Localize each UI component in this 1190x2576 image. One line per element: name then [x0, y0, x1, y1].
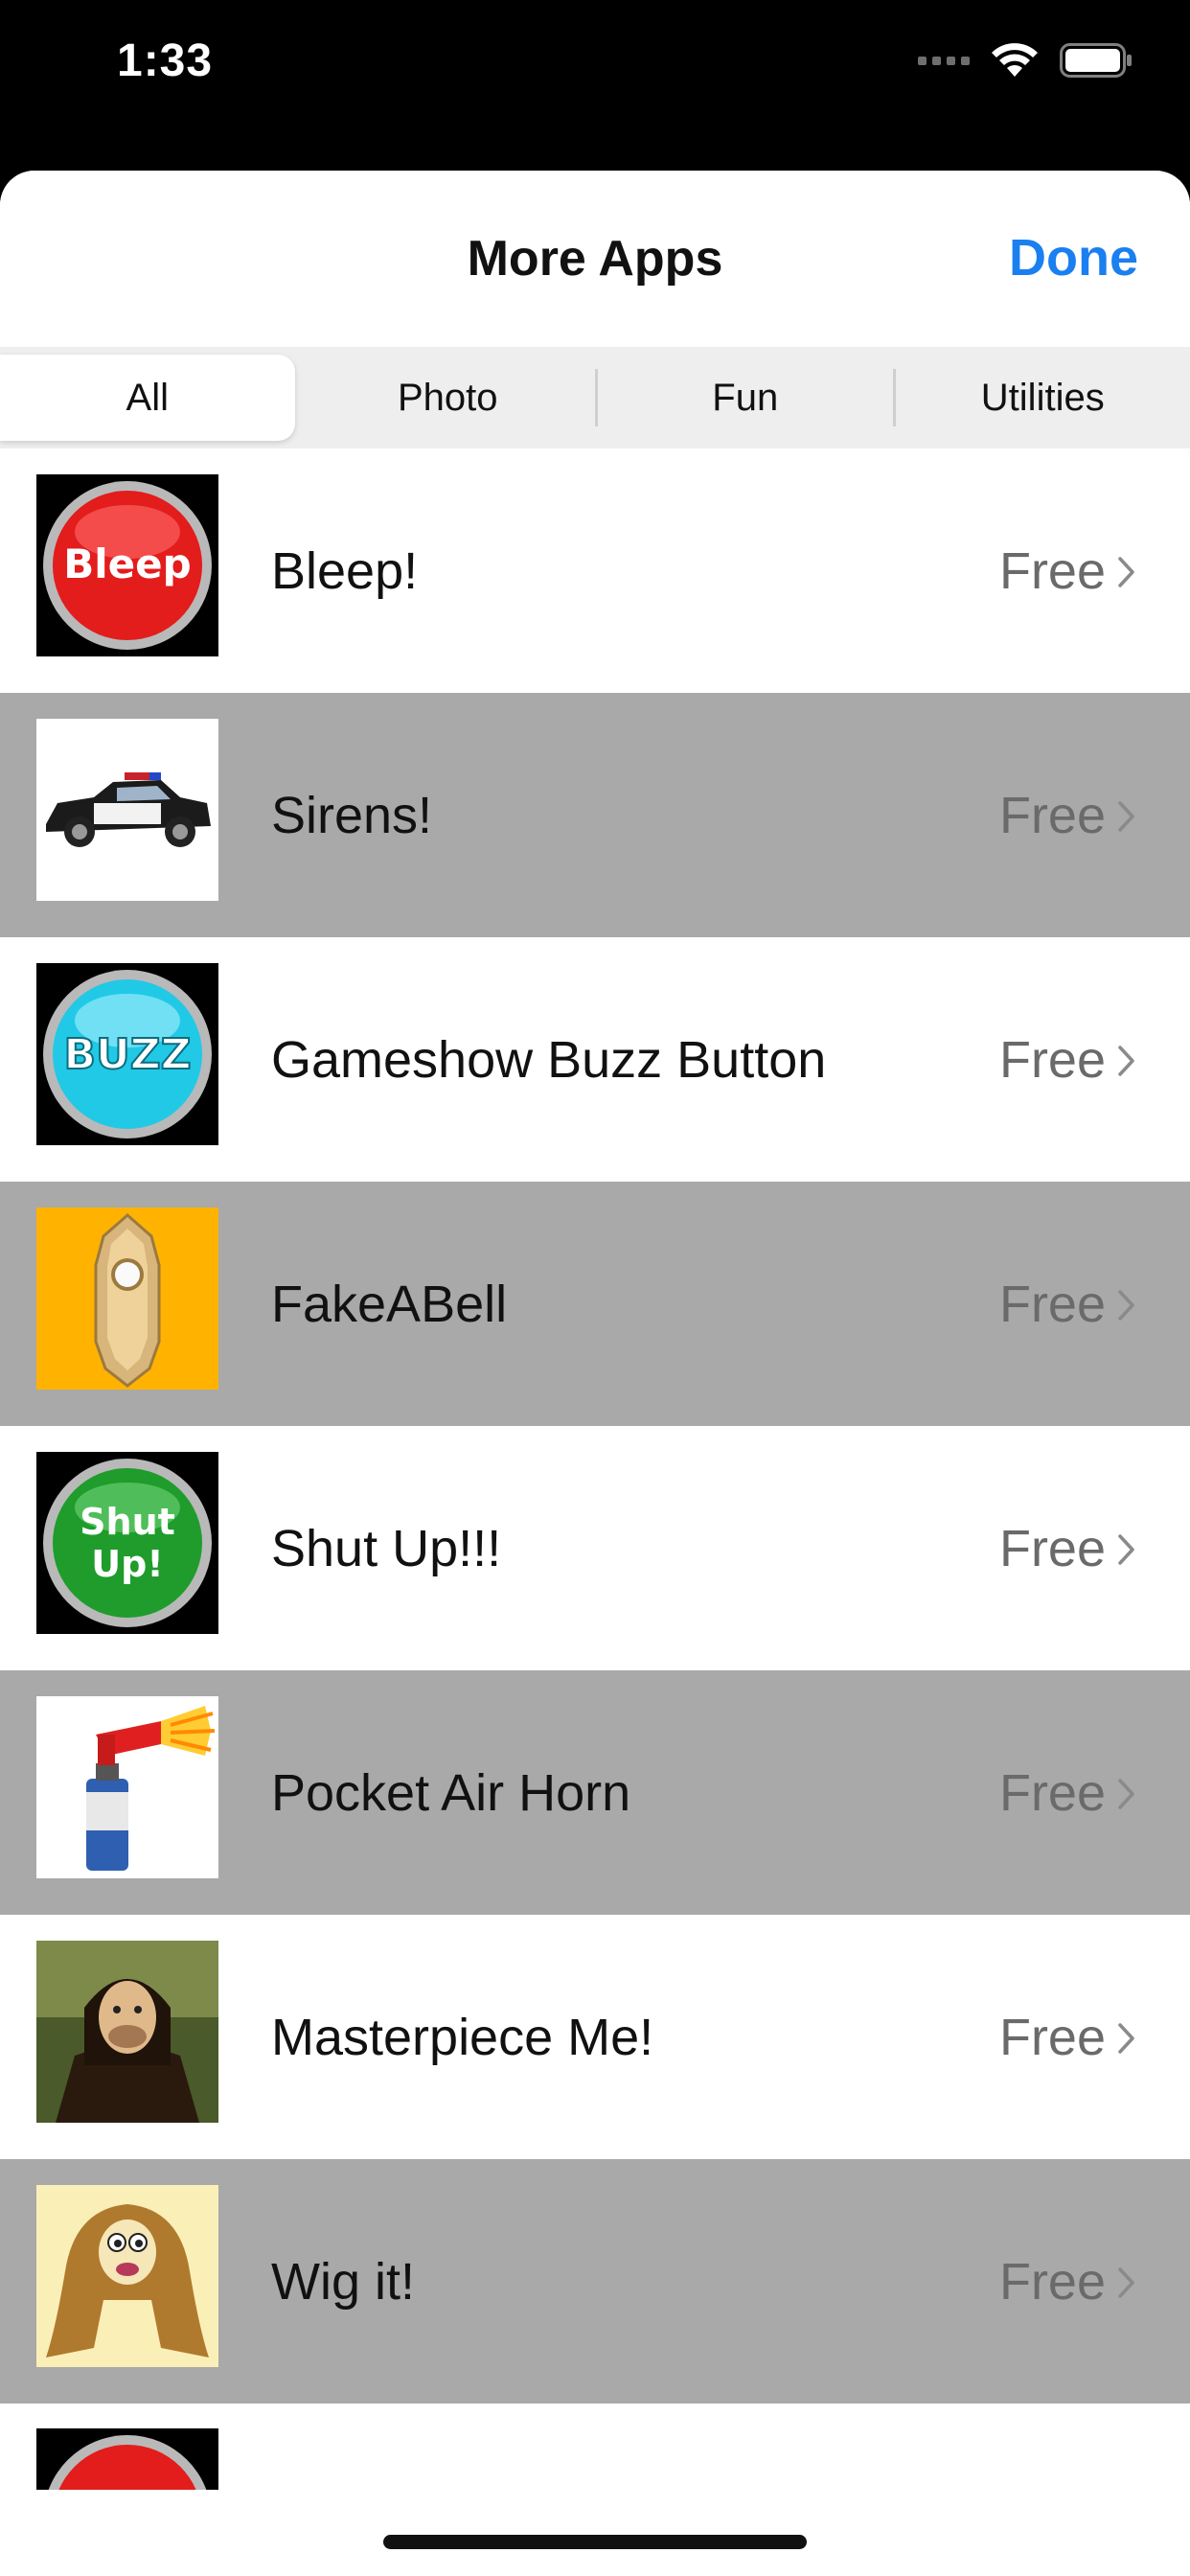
chevron-right-icon — [1118, 2023, 1134, 2054]
tab-label: Fun — [712, 376, 779, 419]
wifi-icon — [991, 42, 1039, 79]
app-price: Free — [998, 1763, 1106, 1822]
app-name: Masterpiece Me! — [271, 2008, 654, 2066]
svg-text:Up!: Up! — [91, 1543, 163, 1585]
chevron-right-icon — [1118, 1534, 1134, 1565]
list-item[interactable]: Masterpiece Me! Free — [0, 1915, 1190, 2159]
list-item[interactable]: BUZZ Gameshow Buzz Button Free — [0, 937, 1190, 1182]
tab-all[interactable]: All — [0, 355, 295, 441]
done-button[interactable]: Done — [1009, 228, 1138, 288]
tab-utilities[interactable]: Utilities — [896, 347, 1190, 448]
mona-lisa-icon — [36, 1941, 218, 2123]
app-price: Free — [998, 786, 1106, 844]
app-name: Shut Up!!! — [271, 1519, 502, 1577]
list-item[interactable]: Shut Up! Shut Up!!! Free — [0, 1426, 1190, 1670]
bleep-button-icon — [36, 2428, 218, 2490]
doorbell-icon — [36, 1208, 218, 1390]
battery-icon — [1060, 43, 1133, 78]
tab-photo[interactable]: Photo — [301, 347, 596, 448]
list-item[interactable]: Pocket Air Horn Free — [0, 1670, 1190, 1915]
tab-fun[interactable]: Fun — [598, 347, 893, 448]
app-name: Pocket Air Horn — [271, 1763, 631, 1822]
list-item[interactable]: Wig it! Free — [0, 2159, 1190, 2404]
app-name: Sirens! — [271, 786, 433, 844]
chevron-right-icon — [1118, 557, 1134, 587]
app-price: Free — [998, 2008, 1106, 2066]
svg-text:Shut: Shut — [80, 1501, 175, 1543]
list-item[interactable]: FakeABell Free — [0, 1182, 1190, 1426]
status-bar: 1:33 — [0, 0, 1190, 144]
police-car-icon — [36, 719, 218, 901]
tab-label: Photo — [397, 376, 498, 419]
app-price: Free — [998, 1519, 1106, 1577]
buzz-button-icon: BUZZ — [36, 963, 218, 1145]
app-price: Free — [998, 541, 1106, 600]
list-item[interactable] — [0, 2404, 1190, 2518]
tab-label: Utilities — [980, 376, 1105, 419]
chevron-right-icon — [1118, 801, 1134, 832]
app-name: Gameshow Buzz Button — [271, 1030, 827, 1089]
tab-label: All — [126, 376, 169, 419]
app-price: Free — [998, 1275, 1106, 1333]
app-price: Free — [998, 2252, 1106, 2311]
chevron-right-icon — [1118, 1290, 1134, 1321]
app-name: Wig it! — [271, 2252, 416, 2311]
category-segmented-control: All Photo Fun Utilities — [0, 347, 1190, 448]
home-indicator[interactable] — [383, 2535, 807, 2549]
status-icons — [918, 42, 1133, 79]
chevron-right-icon — [1118, 1046, 1134, 1076]
cellular-signal-icon — [918, 56, 970, 65]
chevron-right-icon — [1118, 1779, 1134, 1809]
app-list: Bleep Bleep! Free Sirens! Free BUZZ Game… — [0, 448, 1190, 2518]
chevron-right-icon — [1118, 2267, 1134, 2298]
app-name: FakeABell — [271, 1275, 508, 1333]
more-apps-sheet: More Apps Done All Photo Fun Utilities B… — [0, 171, 1190, 2576]
status-time: 1:33 — [117, 35, 214, 86]
svg-text:Bleep: Bleep — [63, 540, 191, 587]
app-name: Bleep! — [271, 541, 419, 600]
bleep-button-icon: Bleep — [36, 474, 218, 656]
nav-bar: More Apps Done — [0, 171, 1190, 347]
app-price: Free — [998, 1030, 1106, 1089]
wig-face-icon — [36, 2185, 218, 2367]
list-item[interactable]: Sirens! Free — [0, 693, 1190, 937]
list-item[interactable]: Bleep Bleep! Free — [0, 448, 1190, 693]
air-horn-icon — [36, 1696, 218, 1878]
svg-text:BUZZ: BUZZ — [63, 1030, 191, 1079]
shut-up-button-icon: Shut Up! — [36, 1452, 218, 1634]
